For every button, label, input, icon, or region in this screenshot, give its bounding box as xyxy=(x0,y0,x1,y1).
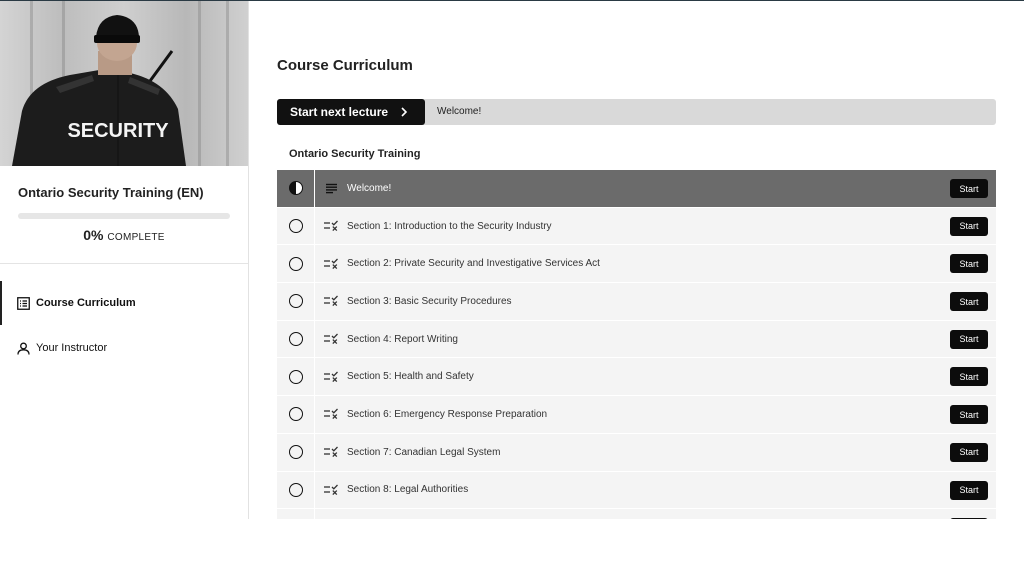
completion-status xyxy=(277,471,315,509)
next-lecture-name: Welcome! xyxy=(437,106,482,117)
hero-security-text: SECURITY xyxy=(67,120,169,142)
next-lecture-bar: Start next lecture Welcome! xyxy=(277,99,996,125)
status-circle-icon xyxy=(288,369,303,384)
lecture-title: Section 1: Introduction to the Security … xyxy=(347,220,552,232)
lecture-title: Section 4: Report Writing xyxy=(347,333,458,345)
progress-bar xyxy=(18,213,230,219)
quiz-icon xyxy=(315,408,347,420)
lecture-row-7[interactable]: Section 7: Canadian Legal System Start xyxy=(277,433,996,472)
nav-course-curriculum-label: Course Curriculum xyxy=(36,297,136,309)
nav-your-instructor[interactable]: Your Instructor xyxy=(0,326,248,370)
start-lecture-button[interactable]: Start xyxy=(950,329,988,349)
start-lecture-button[interactable]: Start xyxy=(950,254,988,274)
sidebar-divider xyxy=(0,263,248,264)
status-circle-icon xyxy=(288,256,303,271)
quiz-icon xyxy=(315,220,347,232)
progress-complete-label: COMPLETE xyxy=(107,232,165,243)
start-lecture-button[interactable]: Start xyxy=(950,216,988,236)
start-lecture-button[interactable] xyxy=(950,518,988,519)
person-icon xyxy=(17,342,30,355)
lecture-title: Section 3: Basic Security Procedures xyxy=(347,295,512,307)
quiz-icon xyxy=(315,295,347,307)
lecture-title: Section 7: Canadian Legal System xyxy=(347,446,501,458)
start-next-lecture-label: Start next lecture xyxy=(290,105,389,119)
start-lecture-button[interactable]: Start xyxy=(950,292,988,312)
completion-status xyxy=(277,170,315,207)
section-title: Ontario Security Training xyxy=(289,148,421,160)
security-guard-illustration: SECURITY xyxy=(12,15,186,166)
status-circle-icon xyxy=(288,482,303,497)
lecture-row-3[interactable]: Section 3: Basic Security Procedures Sta… xyxy=(277,283,996,321)
quiz-icon xyxy=(315,446,347,458)
nav-your-instructor-label: Your Instructor xyxy=(36,342,108,354)
lecture-row-5[interactable]: Section 5: Health and Safety Start xyxy=(277,358,996,397)
completion-status xyxy=(277,358,315,396)
lecture-row-6[interactable]: Section 6: Emergency Response Preparatio… xyxy=(277,396,996,434)
lecture-title: Section 8: Legal Authorities xyxy=(347,484,469,496)
quiz-icon xyxy=(315,371,347,383)
lecture-row-8[interactable]: Section 8: Legal Authorities Start xyxy=(277,471,996,510)
page-title: Course Curriculum xyxy=(277,57,413,74)
status-half-circle-icon xyxy=(288,181,303,196)
quiz-icon xyxy=(315,333,347,345)
completion-status xyxy=(277,433,315,471)
progress-text: 0% COMPLETE xyxy=(0,227,248,243)
sidebar: SECURITY Ontario Security Training (EN) … xyxy=(0,1,249,519)
lecture-list: Welcome! Start Section 1: Introduction t… xyxy=(277,170,996,519)
chevron-right-icon xyxy=(401,107,408,117)
lecture-title: Welcome! xyxy=(347,182,392,194)
lecture-row-0[interactable]: Welcome! Start xyxy=(277,170,996,208)
status-circle-icon xyxy=(288,445,303,460)
status-circle-icon xyxy=(288,407,303,422)
completion-status xyxy=(277,509,315,519)
lecture-title: Section 6: Emergency Response Preparatio… xyxy=(347,408,548,420)
completion-status xyxy=(277,283,315,320)
lecture-row-partial[interactable] xyxy=(277,509,996,519)
lecture-title: Section 2: Private Security and Investig… xyxy=(347,258,600,270)
start-lecture-button[interactable]: Start xyxy=(950,179,988,198)
lecture-title: Section 5: Health and Safety xyxy=(347,371,474,383)
course-hero-image: SECURITY xyxy=(0,1,248,166)
completion-status xyxy=(277,320,315,358)
completion-status xyxy=(277,396,315,433)
start-lecture-button[interactable]: Start xyxy=(950,480,988,500)
completion-status xyxy=(277,245,315,283)
start-next-lecture-button[interactable]: Start next lecture xyxy=(277,99,425,125)
start-lecture-button[interactable]: Start xyxy=(950,442,988,462)
start-lecture-button[interactable]: Start xyxy=(950,405,988,425)
quiz-icon xyxy=(315,258,347,270)
start-lecture-button[interactable]: Start xyxy=(950,367,988,387)
status-circle-icon xyxy=(288,294,303,309)
lecture-row-2[interactable]: Section 2: Private Security and Investig… xyxy=(277,245,996,284)
progress-percent: 0% xyxy=(83,227,104,243)
lecture-row-1[interactable]: Section 1: Introduction to the Security … xyxy=(277,207,996,246)
curriculum-list-icon xyxy=(17,296,30,310)
course-title: Ontario Security Training (EN) xyxy=(18,185,204,200)
text-lines-icon xyxy=(315,183,347,194)
status-circle-icon xyxy=(288,332,303,347)
quiz-icon xyxy=(315,484,347,496)
completion-status xyxy=(277,207,315,245)
nav-course-curriculum[interactable]: Course Curriculum xyxy=(0,281,248,325)
status-circle-icon xyxy=(288,219,303,234)
lecture-row-4[interactable]: Section 4: Report Writing Start xyxy=(277,320,996,359)
